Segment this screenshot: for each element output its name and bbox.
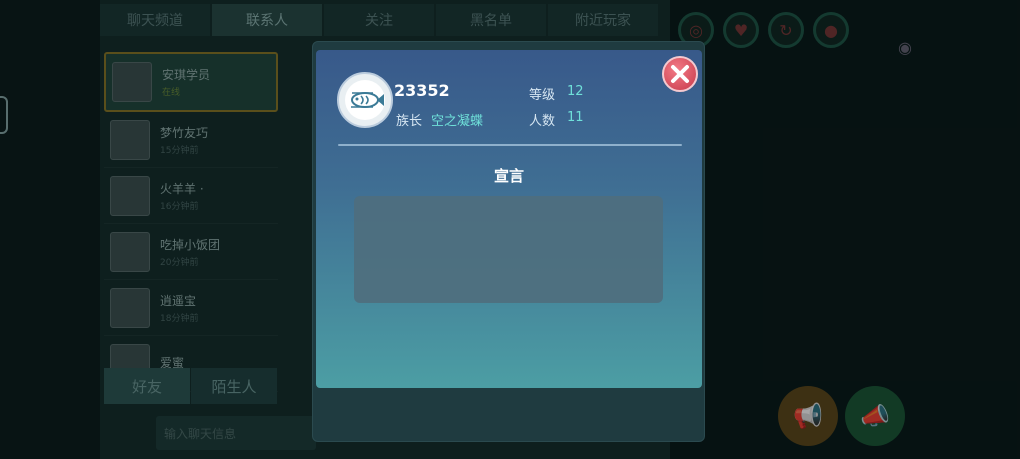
fish-icon [337, 72, 393, 128]
divider [338, 144, 682, 146]
members-label: 人数 [529, 114, 556, 129]
leader-value: 空之凝蝶 [431, 114, 484, 129]
guild-id: 23352 [394, 81, 450, 100]
declaration-box [354, 196, 663, 303]
close-icon [671, 65, 689, 83]
level-value: 12 [567, 84, 584, 99]
members-value: 11 [567, 110, 584, 125]
leader-label: 族长 [396, 114, 423, 129]
level-label: 等级 [529, 88, 556, 103]
close-button[interactable] [662, 56, 698, 92]
declaration-title: 宣言 [493, 167, 524, 185]
